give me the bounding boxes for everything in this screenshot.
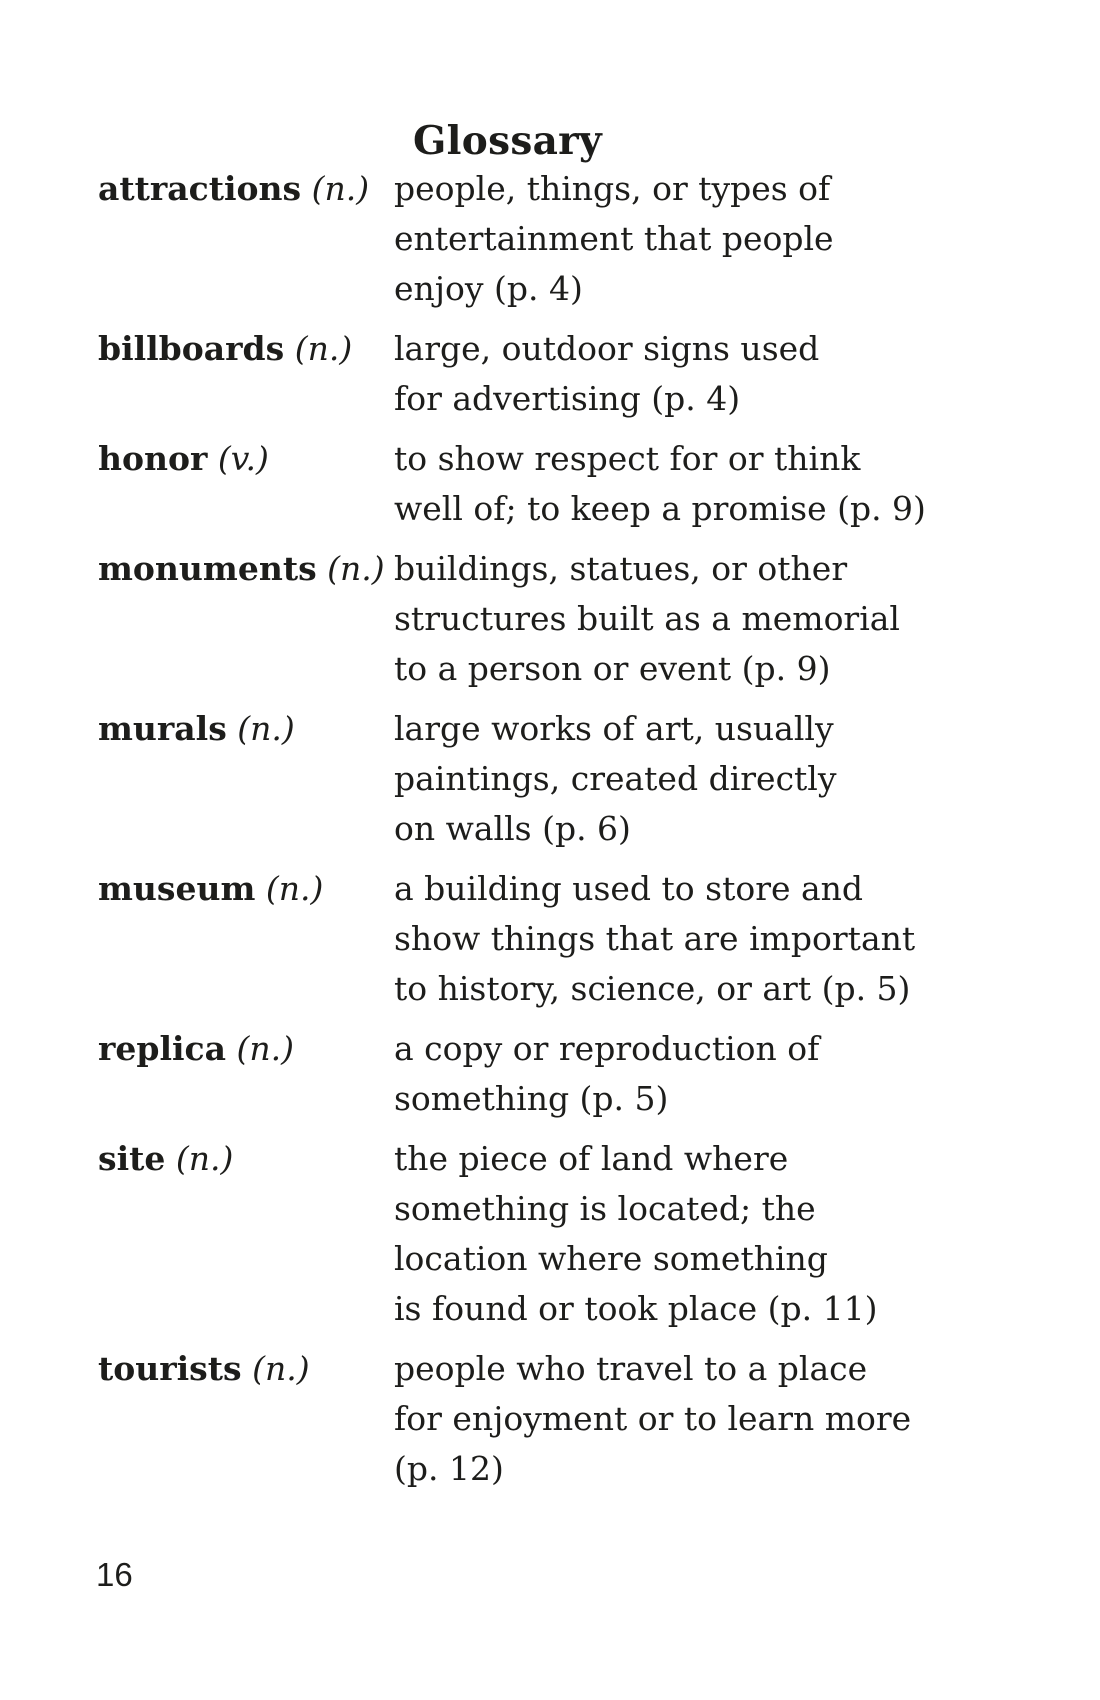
term-definition: large, outdoor signs used for advertisin… <box>394 324 954 424</box>
definition-line: to history, science, or art (p. 5) <box>394 969 911 1008</box>
definition-line: location where something <box>394 1239 828 1278</box>
part-of-speech: (n.) <box>311 169 370 208</box>
definition-line: large works of art, usually <box>394 709 834 748</box>
part-of-speech: (n.) <box>175 1139 234 1178</box>
part-of-speech: (n.) <box>294 329 353 368</box>
term-word: site <box>98 1139 166 1178</box>
glossary-term: billboards (n.) <box>98 324 352 374</box>
term-word: honor <box>98 439 208 478</box>
glossary-entry-museum: museum (n.) a building used to store and… <box>98 864 958 1014</box>
part-of-speech: (n.) <box>252 1349 310 1388</box>
glossary-list: attractions (n.) people, things, or type… <box>98 164 958 1504</box>
term-word: murals <box>98 709 227 748</box>
term-word: monuments <box>98 549 317 588</box>
term-word: museum <box>98 869 256 908</box>
part-of-speech: (n.) <box>265 869 324 908</box>
definition-line: paintings, created directly <box>394 759 837 798</box>
definition-line: people, things, or types of <box>394 169 831 208</box>
definition-line: show things that are important <box>394 919 916 958</box>
definition-line: people who travel to a place <box>394 1349 868 1388</box>
term-definition: to show respect for or think well of; to… <box>394 434 954 534</box>
term-definition: people, things, or types of entertainmen… <box>394 164 954 314</box>
definition-line: (p. 12) <box>394 1449 504 1488</box>
definition-line: is found or took place (p. 11) <box>394 1289 878 1328</box>
glossary-entry-billboards: billboards (n.) large, outdoor signs use… <box>98 324 958 424</box>
term-definition: large works of art, usually paintings, c… <box>394 704 954 854</box>
definition-line: a building used to store and <box>394 869 864 908</box>
part-of-speech: (v.) <box>217 439 269 478</box>
definition-line: entertainment that people <box>394 219 834 258</box>
glossary-entry-monuments: monuments (n.) buildings, statues, or ot… <box>98 544 958 694</box>
definition-line: for enjoyment or to learn more <box>394 1399 912 1438</box>
glossary-term: site (n.) <box>98 1134 233 1184</box>
term-word: attractions <box>98 169 302 208</box>
page-number: 16 <box>96 1556 133 1593</box>
term-definition: a copy or reproduction of something (p. … <box>394 1024 954 1124</box>
glossary-entry-murals: murals (n.) large works of art, usually … <box>98 704 958 854</box>
definition-line: a copy or reproduction of <box>394 1029 820 1068</box>
term-word: billboards <box>98 329 285 368</box>
glossary-entry-tourists: tourists (n.) people who travel to a pla… <box>98 1344 958 1494</box>
definition-line: structures built as a memorial <box>394 599 900 638</box>
part-of-speech: (n.) <box>236 1029 295 1068</box>
term-definition: the piece of land where something is loc… <box>394 1134 954 1334</box>
glossary-term: attractions (n.) <box>98 164 369 214</box>
definition-line: large, outdoor signs used <box>394 329 820 368</box>
glossary-entry-attractions: attractions (n.) people, things, or type… <box>98 164 958 314</box>
definition-line: for advertising (p. 4) <box>394 379 741 418</box>
definition-line: buildings, statues, or other <box>394 549 848 588</box>
glossary-entry-honor: honor (v.) to show respect for or think … <box>98 434 958 534</box>
glossary-entry-replica: replica (n.) a copy or reproduction of s… <box>98 1024 958 1124</box>
definition-line: to a person or event (p. 9) <box>394 649 831 688</box>
definition-line: something is located; the <box>394 1189 816 1228</box>
glossary-term: replica (n.) <box>98 1024 294 1074</box>
term-definition: people who travel to a place for enjoyme… <box>394 1344 954 1494</box>
part-of-speech: (n.) <box>237 709 295 748</box>
term-word: replica <box>98 1029 227 1068</box>
glossary-term: murals (n.) <box>98 704 295 754</box>
glossary-term: honor (v.) <box>98 434 269 484</box>
glossary-term: tourists (n.) <box>98 1344 310 1394</box>
term-word: tourists <box>98 1349 242 1388</box>
glossary-entry-site: site (n.) the piece of land where someth… <box>98 1134 958 1334</box>
definition-line: something (p. 5) <box>394 1079 669 1118</box>
term-definition: buildings, statues, or other structures … <box>394 544 954 694</box>
glossary-term: museum (n.) <box>98 864 323 914</box>
part-of-speech: (n.) <box>327 549 385 588</box>
definition-line: to show respect for or think <box>394 439 861 478</box>
definition-line: on walls (p. 6) <box>394 809 631 848</box>
definition-line: well of; to keep a promise (p. 9) <box>394 489 926 528</box>
term-definition: a building used to store and show things… <box>394 864 954 1014</box>
definition-line: the piece of land where <box>394 1139 789 1178</box>
page-title: Glossary <box>413 118 602 165</box>
definition-line: enjoy (p. 4) <box>394 269 583 308</box>
glossary-term: monuments (n.) <box>98 544 385 594</box>
